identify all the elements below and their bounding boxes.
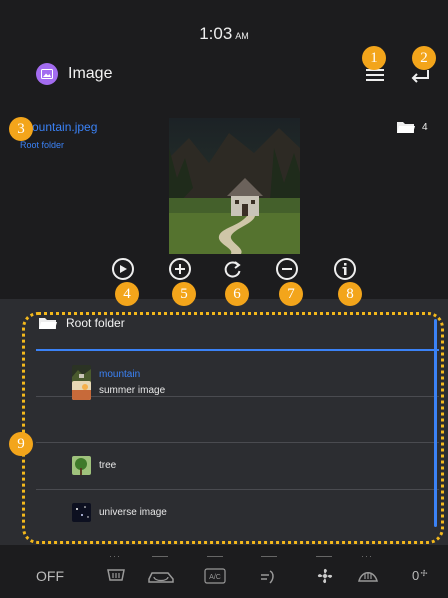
root-folder-label: Root folder <box>66 316 125 330</box>
universe-thumbnail <box>72 503 91 522</box>
airflow-icon[interactable] <box>258 565 280 587</box>
folder-icon <box>39 318 57 329</box>
image-preview[interactable] <box>169 118 300 254</box>
front-defrost-icon[interactable] <box>356 565 380 587</box>
file-list-panel <box>0 299 448 545</box>
info-icon[interactable] <box>334 258 356 280</box>
annotation-badge: 5 <box>172 282 196 306</box>
summer-thumbnail <box>72 381 91 400</box>
image-icon <box>36 63 58 85</box>
climate-bar: OFF ··· A/C ··· 0 <box>0 545 448 598</box>
fan-level: 0 <box>412 568 429 583</box>
list-item-label: mountain <box>99 369 141 380</box>
list-divider <box>36 489 439 490</box>
indicator-tick <box>316 556 332 557</box>
list-item-summer[interactable]: summer image <box>72 381 165 400</box>
folder-icon <box>397 122 415 133</box>
indicator-tick <box>261 556 277 557</box>
app-title: Image <box>68 65 113 82</box>
ac-icon[interactable]: A/C <box>204 565 226 587</box>
root-divider <box>36 349 439 351</box>
list-scrollbar[interactable] <box>434 319 437 527</box>
folder-count-value: 4 <box>422 121 428 133</box>
indicator-tick <box>152 556 168 557</box>
list-divider <box>36 442 439 443</box>
clock-time: 1:03 <box>199 24 233 43</box>
annotation-badge: 4 <box>115 282 139 306</box>
file-name: mountain.jpeg <box>22 120 98 134</box>
annotation-badge: 8 <box>338 282 362 306</box>
annotation-badge: 6 <box>225 282 249 306</box>
indicator-dots: ··· <box>361 551 373 561</box>
indicator-dots: ··· <box>109 551 121 561</box>
image-toolbar <box>0 258 448 284</box>
root-folder-row[interactable]: Root folder <box>38 316 125 330</box>
fan-small-icon <box>420 569 428 577</box>
status-clock: 1:03 AM <box>0 24 448 44</box>
list-item-tree[interactable]: tree <box>72 456 116 475</box>
zoom-in-icon[interactable] <box>169 258 191 280</box>
zoom-out-icon[interactable] <box>276 258 298 280</box>
list-item-label: universe image <box>99 507 167 518</box>
play-icon[interactable] <box>112 258 134 280</box>
rotate-icon[interactable] <box>222 258 244 280</box>
recirculation-icon[interactable] <box>146 565 176 587</box>
list-item-universe-image[interactable]: universe image <box>72 503 167 522</box>
annotation-badge: 3 <box>9 117 33 141</box>
fan-icon[interactable] <box>314 565 336 587</box>
tree-thumbnail <box>72 456 91 475</box>
indicator-tick <box>207 556 223 557</box>
list-item-label: summer image <box>99 385 166 396</box>
svg-text:A/C: A/C <box>209 574 221 581</box>
file-folder-link[interactable]: Root folder <box>20 140 64 150</box>
annotation-badge: 1 <box>362 46 386 70</box>
rear-defrost-icon[interactable] <box>104 565 128 587</box>
clock-ampm: AM <box>235 31 249 41</box>
annotation-badge: 9 <box>9 432 33 456</box>
climate-off-button[interactable]: OFF <box>36 568 64 584</box>
fan-level-value: 0 <box>412 568 420 583</box>
folder-count[interactable]: 4 <box>396 120 428 134</box>
list-item-label: tree <box>99 460 117 471</box>
annotation-badge: 7 <box>279 282 303 306</box>
annotation-badge: 2 <box>412 46 436 70</box>
